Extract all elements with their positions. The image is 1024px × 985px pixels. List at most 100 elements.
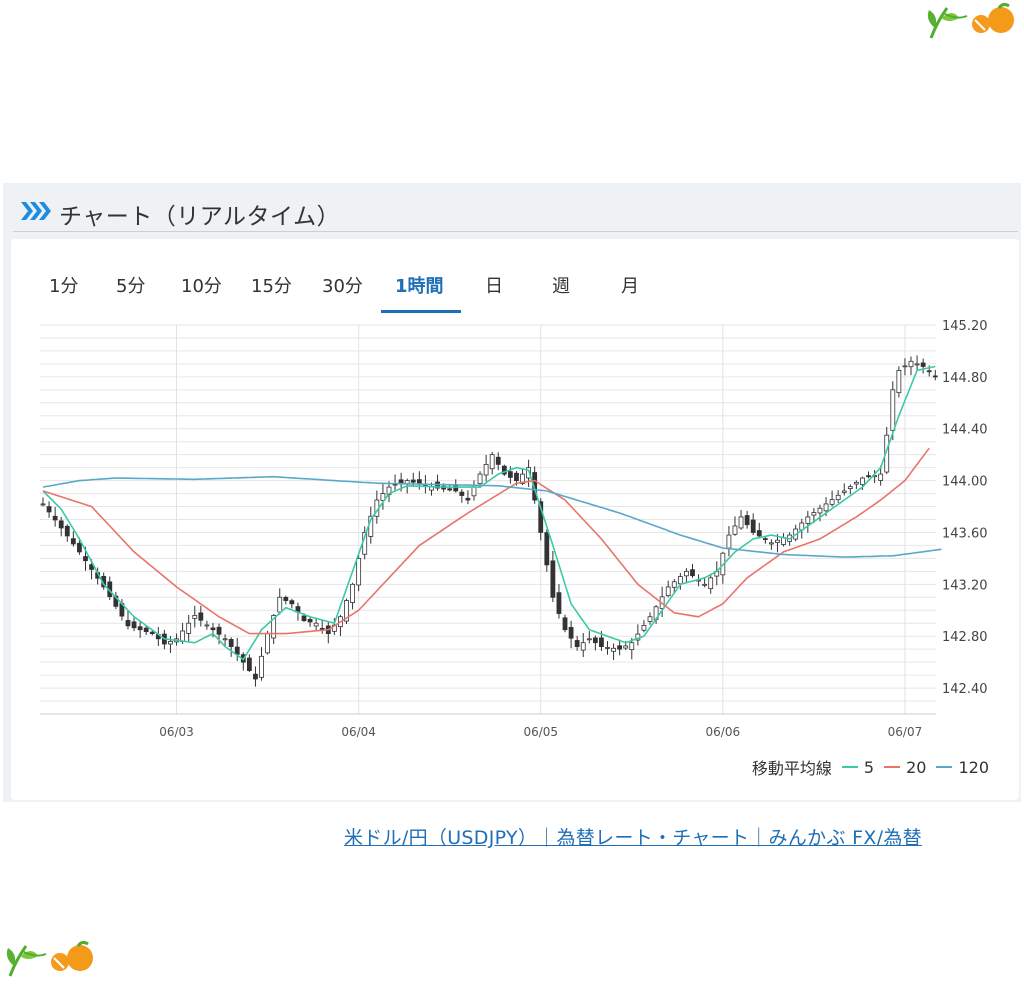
candle-body xyxy=(216,626,222,635)
candle-body xyxy=(198,612,204,621)
candle-body xyxy=(307,618,313,623)
tab-2[interactable]: 10分 xyxy=(181,272,222,298)
candle-body xyxy=(228,639,234,647)
source-link[interactable]: 米ドル/円（USDJPY）｜為替レート・チャート｜みんかぶ FX/為替 xyxy=(344,823,922,850)
candle-body xyxy=(726,534,732,549)
candle-body xyxy=(617,645,623,650)
tab-6[interactable]: 日 xyxy=(485,272,503,298)
y-tick-label: 142.80 xyxy=(942,630,988,645)
candle-body xyxy=(70,538,76,545)
candle-body xyxy=(398,479,404,484)
leaf-orange-icon xyxy=(2,938,97,984)
x-tick-label: 06/07 xyxy=(888,725,923,739)
tab-7[interactable]: 週 xyxy=(552,272,570,298)
candle-body xyxy=(83,556,88,562)
candle-body xyxy=(210,627,216,631)
y-tick-label: 144.40 xyxy=(942,423,988,438)
candle-body xyxy=(860,477,865,485)
legend-label: 120 xyxy=(958,757,989,777)
y-tick-label: 145.20 xyxy=(942,319,988,334)
candle-body xyxy=(544,532,550,566)
candle-body xyxy=(495,456,501,465)
candle-body xyxy=(313,622,319,627)
candle-body xyxy=(762,538,768,540)
candle-body xyxy=(817,507,823,514)
candle-body xyxy=(684,570,689,577)
chevron-right-icon xyxy=(21,202,51,224)
candle-body xyxy=(350,583,355,603)
candle-body xyxy=(180,630,186,642)
candle-body xyxy=(234,646,240,655)
candle-body xyxy=(920,362,926,367)
candle-body xyxy=(483,463,489,476)
timeframe-tabs: 1分 5分 10分 15分 30分 1時間 日 週 月 xyxy=(11,239,1019,315)
candle-body xyxy=(168,640,173,645)
tab-8[interactable]: 月 xyxy=(621,272,639,298)
candle-body xyxy=(471,486,477,497)
candle-body xyxy=(265,633,270,654)
candle-body xyxy=(853,481,859,485)
candle-body xyxy=(811,512,817,516)
leaf-orange-icon xyxy=(923,0,1018,46)
candle-body xyxy=(932,375,938,378)
legend-item-120: 120 xyxy=(936,758,989,777)
candle-body xyxy=(489,454,495,470)
candle-body xyxy=(514,472,519,481)
candle-body xyxy=(46,506,52,513)
candle-body xyxy=(665,586,671,597)
candle-body xyxy=(447,488,453,491)
candle-body xyxy=(125,620,131,627)
candlestick-chart: 06/03 06/04 06/05 06/06 06/07 142.40 142.80 143… xyxy=(40,319,988,739)
chart-legend: 移動平均線 5 20 120 xyxy=(752,755,989,779)
x-tick-label: 06/03 xyxy=(159,725,194,739)
candle-body xyxy=(605,647,610,649)
candle-body xyxy=(599,637,604,647)
candle-body xyxy=(611,647,616,652)
active-tab-indicator xyxy=(381,310,461,313)
tab-5[interactable]: 1時間 xyxy=(395,272,444,298)
y-tick-label: 144.80 xyxy=(942,371,988,386)
y-tick-label: 143.60 xyxy=(942,526,988,541)
candle-body xyxy=(878,473,884,481)
candle-body xyxy=(690,569,695,577)
candle-body xyxy=(319,627,325,630)
y-tick-label: 143.20 xyxy=(942,578,988,593)
candle-body xyxy=(550,560,556,598)
tab-4[interactable]: 30分 xyxy=(322,272,363,298)
candle-body xyxy=(52,515,58,521)
candle-body xyxy=(890,389,896,431)
legend-label: 5 xyxy=(863,757,875,777)
candle-body xyxy=(186,622,192,634)
candle-body xyxy=(301,615,307,622)
x-tick-label: 06/04 xyxy=(341,725,376,739)
panel-header: チャート（リアルタイム） xyxy=(13,191,1018,232)
candle-body xyxy=(277,596,283,613)
candle-body xyxy=(841,490,847,493)
candle-body xyxy=(137,626,143,631)
tab-1[interactable]: 5分 xyxy=(116,272,145,298)
legend-swatch xyxy=(936,766,953,768)
candle-body xyxy=(192,615,198,619)
candle-body xyxy=(623,645,629,649)
candle-body xyxy=(847,486,853,490)
legend-swatch xyxy=(884,766,901,768)
candle-body xyxy=(289,600,295,605)
candle-body xyxy=(926,370,932,373)
candle-body xyxy=(738,516,744,529)
legend-item-20: 20 xyxy=(884,758,926,777)
candle-body xyxy=(702,583,708,586)
candle-body xyxy=(744,515,750,526)
candle-body xyxy=(459,491,465,496)
candle-body xyxy=(58,520,64,529)
tab-0[interactable]: 1分 xyxy=(49,272,78,298)
legend-item-5: 5 xyxy=(841,757,875,777)
candle-body xyxy=(568,626,574,639)
candle-body xyxy=(204,624,210,627)
candle-body xyxy=(410,479,416,483)
candle-body xyxy=(77,542,82,553)
candle-body xyxy=(477,473,483,485)
candle-body xyxy=(465,497,471,501)
candle-body xyxy=(732,525,738,535)
candle-body xyxy=(580,642,586,651)
tab-3[interactable]: 15分 xyxy=(251,272,292,298)
